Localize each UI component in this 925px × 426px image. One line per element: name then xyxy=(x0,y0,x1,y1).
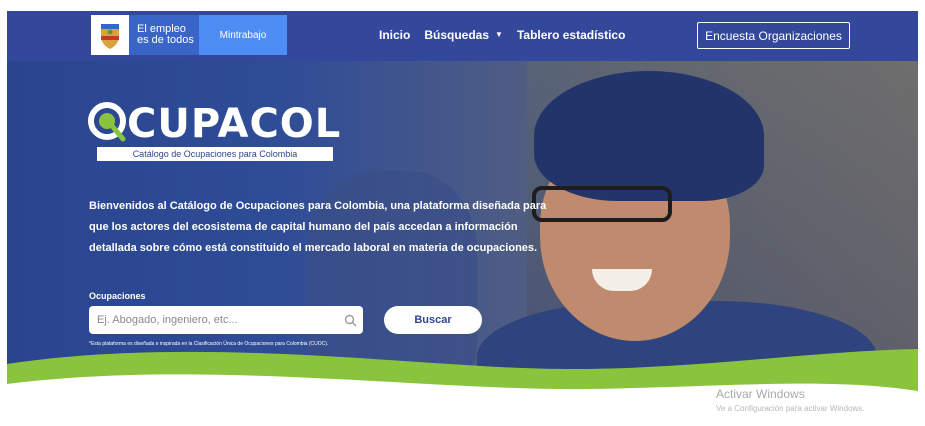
worker-cap xyxy=(534,71,764,201)
gov-slogan: El empleo es de todos xyxy=(129,15,199,55)
search-icon[interactable] xyxy=(337,314,363,327)
search-button[interactable]: Buscar xyxy=(384,306,482,334)
chevron-down-icon: ▼ xyxy=(495,30,503,39)
colombia-crest-icon xyxy=(91,15,129,55)
nav-link-busquedas-label: Búsquedas xyxy=(424,28,490,42)
nav-link-busquedas[interactable]: Búsquedas ▼ xyxy=(424,28,503,42)
government-brand[interactable]: El empleo es de todos Mintrabajo xyxy=(91,15,287,55)
search-box xyxy=(89,306,363,334)
top-navbar: El empleo es de todos Mintrabajo Inicio … xyxy=(7,11,918,61)
magnifier-logo-icon xyxy=(88,102,126,142)
logo-subtitle: Catálogo de Ocupaciones para Colombia xyxy=(97,147,333,161)
windows-activation-title: Activar Windows xyxy=(716,387,805,401)
intro-text: Bienvenidos al Catálogo de Ocupaciones p… xyxy=(89,200,547,254)
worker-glasses xyxy=(532,186,672,222)
ministry-label[interactable]: Mintrabajo xyxy=(199,15,287,55)
ocupacol-logo: CUPACOL Catálogo de Ocupaciones para Col… xyxy=(87,101,340,171)
nav-link-tablero[interactable]: Tablero estadístico xyxy=(517,28,625,42)
main-menu: Inicio Búsquedas ▼ Tablero estadístico xyxy=(379,28,625,42)
survey-button[interactable]: Encuesta Organizaciones xyxy=(697,22,850,49)
search-input[interactable] xyxy=(89,306,337,334)
gov-slogan-line2: es de todos xyxy=(137,34,194,46)
hero-banner: CUPACOL Catálogo de Ocupaciones para Col… xyxy=(7,61,918,419)
search-label: Ocupaciones xyxy=(89,291,146,301)
nav-link-inicio[interactable]: Inicio xyxy=(379,28,410,42)
page-frame: El empleo es de todos Mintrabajo Inicio … xyxy=(7,11,918,419)
windows-activation-text: Ve a Configuración para activar Windows. xyxy=(716,404,865,413)
logo-wordmark: CUPACOL xyxy=(127,101,342,147)
